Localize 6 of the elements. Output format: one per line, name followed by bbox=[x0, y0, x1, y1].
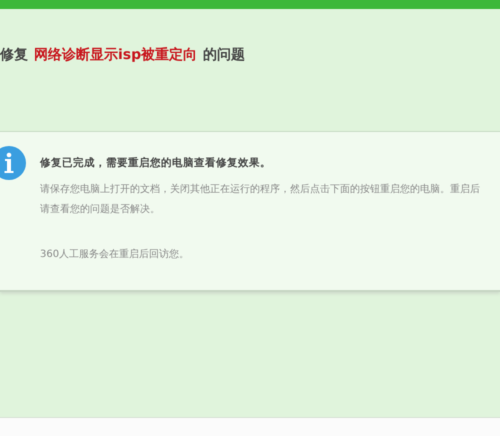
notice-title: 修复已完成，需要重启您的电脑查看修复效果。 bbox=[40, 156, 272, 170]
heading-issue-name: 网络诊断显示isp被重定向 bbox=[34, 46, 198, 64]
notice-footnote: 360人工服务会在重启后回访您。 bbox=[40, 248, 190, 261]
info-icon bbox=[0, 146, 26, 180]
heading-text: 的问题 bbox=[203, 46, 246, 64]
notice-body: 请保存您电脑上打开的文档，关闭其他正在运行的程序，然后点击下面的按钮重启您的电脑。重启后请查看您的问题是否解决。 bbox=[40, 182, 480, 217]
